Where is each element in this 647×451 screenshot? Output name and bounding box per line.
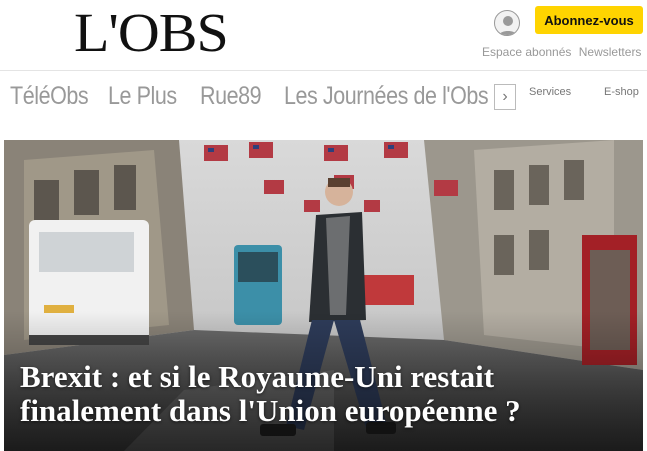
nav-next-arrow-icon[interactable]: ›: [494, 84, 516, 110]
nav-item-journees[interactable]: Les Journées de l'Obs: [284, 82, 489, 111]
nav-item-le-plus[interactable]: Le Plus: [108, 82, 177, 111]
nav-eshop-link[interactable]: E-shop: [604, 86, 639, 98]
user-account-icon[interactable]: [494, 10, 520, 36]
nav-item-teleobs[interactable]: TéléObs: [10, 82, 89, 111]
site-logo[interactable]: L'OBS: [74, 5, 229, 60]
main-nav: TéléObs Le Plus Rue89 Les Journées de l'…: [10, 80, 500, 112]
hero-headline[interactable]: Brexit : et si le Royaume-Uni restait fi…: [20, 360, 630, 428]
header-links: Espace abonnés Newsletters: [482, 45, 645, 59]
subscribe-button[interactable]: Abonnez-vous: [535, 6, 643, 34]
nav-item-rue89[interactable]: Rue89: [200, 82, 262, 111]
header-divider: [0, 70, 647, 71]
newsletters-link[interactable]: Newsletters: [579, 45, 642, 59]
nav-services-link[interactable]: Services: [529, 86, 571, 98]
subscriber-area-link[interactable]: Espace abonnés: [482, 45, 571, 59]
hero-article[interactable]: Brexit : et si le Royaume-Uni restait fi…: [4, 140, 643, 451]
